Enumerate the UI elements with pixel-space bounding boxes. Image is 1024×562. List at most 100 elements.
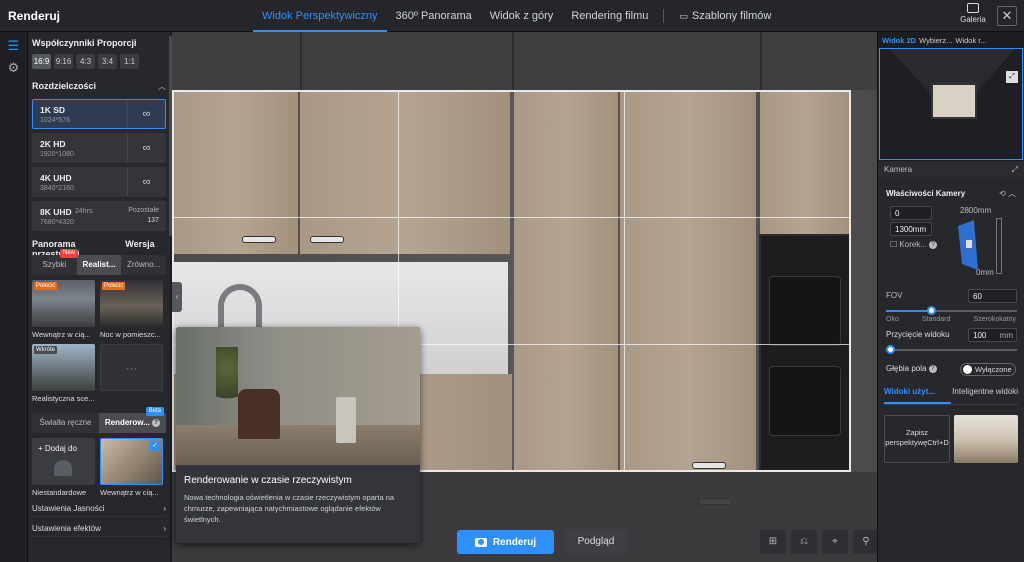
tab-perspective-view[interactable]: Widok Perspektywiczny xyxy=(253,0,387,32)
scene-thumbnail: Polecić xyxy=(100,280,163,327)
tool-rail: ☰ ⚙ xyxy=(0,32,28,562)
saved-view-thumbnail[interactable] xyxy=(954,415,1018,463)
save-perspective-button[interactable]: Zapisz perspektywęCtrl+D xyxy=(884,415,950,463)
tab-top-view[interactable]: Widok z góry xyxy=(481,0,563,32)
clip-slider[interactable] xyxy=(886,345,1017,355)
light-label: Wewnątrz w cią... xyxy=(100,488,159,497)
expand-icon[interactable]: ⤢ xyxy=(1006,71,1018,83)
mode-realistic[interactable]: Realist... xyxy=(76,255,122,275)
tab-smart-views[interactable]: Inteligentne widoki xyxy=(951,387,1018,404)
tab-2d-view[interactable]: Widok 2D xyxy=(882,36,916,45)
gallery-label: Galeria xyxy=(960,15,986,24)
reset-icon[interactable]: ⟲ ︿ xyxy=(999,188,1016,199)
close-button[interactable]: ✕ xyxy=(997,6,1017,26)
render-button[interactable]: Renderuj xyxy=(457,530,554,554)
brightness-settings[interactable]: Ustawienia Jasności › xyxy=(32,501,166,517)
realtime-render-tooltip: Renderowanie w czasie rzeczywistym Nowa … xyxy=(176,327,420,543)
infinity-icon: ∞ xyxy=(127,134,165,162)
help-icon[interactable]: ? xyxy=(928,364,937,373)
expand-icon[interactable]: ⤢ xyxy=(1012,165,1018,175)
resolution-2k[interactable]: 2K HD 1920*1080 ∞ xyxy=(32,133,166,163)
resolution-name: 2K HD xyxy=(40,139,66,149)
resolution-title[interactable]: Rozdzielczości ︿ xyxy=(28,75,170,95)
focus-icon[interactable]: ⌖ xyxy=(822,530,848,554)
ratio-9-16[interactable]: 9:16 xyxy=(54,54,73,69)
monitor-icon: ▭ xyxy=(679,11,688,21)
resolution-dims: 1024*576 xyxy=(40,117,70,124)
tab-divider xyxy=(663,9,665,23)
tab-film-templates[interactable]: ▭ Szablony filmów xyxy=(670,0,780,32)
tab-360-panorama[interactable]: 360º Panorama xyxy=(387,0,481,32)
chevron-right-icon: › xyxy=(163,504,166,513)
ratio-16-9[interactable]: 16:9 xyxy=(32,54,51,69)
light-label: Niestandardowe xyxy=(32,488,87,497)
minimap-room xyxy=(931,83,977,119)
camera-icon xyxy=(474,537,487,547)
mode-realtime-render[interactable]: Renderow... ? xyxy=(99,413,166,433)
light-preset-selected[interactable]: ✓ Wewnątrz w cią... xyxy=(100,438,163,497)
scene-preset[interactable]: Polecić Wewnątrz w cią... xyxy=(32,280,95,339)
camera-section-header[interactable]: Kamera ⤢ xyxy=(878,160,1024,178)
remaining-value: 137 xyxy=(147,217,159,224)
effects-settings[interactable]: Ustawienia efektów › xyxy=(32,521,166,537)
ratio-1-1[interactable]: 1:1 xyxy=(120,54,139,69)
new-badge: New xyxy=(60,249,79,258)
camera-properties-header: Właściwości Kamery ⟲ ︿ xyxy=(878,182,1024,204)
gear-icon[interactable]: ⚙ xyxy=(6,60,22,76)
tab-film-rendering[interactable]: Rendering filmu xyxy=(562,0,657,32)
cabinet-gap xyxy=(512,32,514,90)
height-slider[interactable] xyxy=(996,218,1002,274)
resolution-4k[interactable]: 4K UHD 3840*2160 ∞ xyxy=(32,167,166,197)
fov-label: FOV xyxy=(886,291,903,300)
upper-cabinet-strip xyxy=(172,32,877,90)
tab-select[interactable]: Wybierz... xyxy=(919,36,952,45)
slider-knob[interactable] xyxy=(886,345,895,354)
camera-panel: Widok 2D Wybierz... Widok r... ⤢ Kamera … xyxy=(877,32,1024,562)
correction-checkbox[interactable]: ☐ Korek... ? xyxy=(890,240,938,249)
light-preset-custom[interactable]: + Dodaj do Niestandardowe xyxy=(32,438,95,497)
version-dropdown[interactable]: Wersja ︿ xyxy=(125,239,166,261)
add-to-label[interactable]: + Dodaj do xyxy=(38,444,77,453)
sliders-icon[interactable]: ☰ xyxy=(6,38,22,54)
help-icon[interactable]: ? xyxy=(929,240,938,249)
clip-input[interactable]: 100 mm xyxy=(968,328,1017,342)
slider-knob[interactable] xyxy=(927,306,936,315)
mode-manual-lights[interactable]: Światła ręczne xyxy=(32,413,99,433)
ratio-4-3[interactable]: 4:3 xyxy=(76,54,95,69)
thirds-guide xyxy=(174,217,851,218)
help-icon[interactable]: ? xyxy=(152,418,161,427)
resolution-dims: 7680*4320 xyxy=(40,219,74,226)
preview-button[interactable]: Podgląd xyxy=(564,530,628,554)
camera-path-icon[interactable]: ⎌ xyxy=(791,530,817,554)
correction-label: Korek... xyxy=(899,240,927,249)
resolution-1k[interactable]: 1K SD 1024*576 ∞ xyxy=(32,99,166,129)
minimap[interactable]: ⤢ xyxy=(879,48,1023,160)
tab-view[interactable]: Widok r... xyxy=(955,36,986,45)
grid-toggle-icon[interactable]: ⊞ xyxy=(760,530,786,554)
panorama-header: Panorama przestrzeni Wersja ︿ xyxy=(28,231,170,261)
resolution-8k[interactable]: 8K UHD 24hrs 7680*4320 Pozostałe 137 xyxy=(32,201,166,231)
version-label: Wersja xyxy=(125,239,155,249)
camera-height-input[interactable]: 1300mm xyxy=(890,222,932,236)
fov-input[interactable]: 60 xyxy=(968,289,1017,303)
collapse-panel-handle[interactable]: ‹ xyxy=(172,282,182,312)
gallery-button[interactable]: Galeria xyxy=(956,3,990,24)
ratio-3-4[interactable]: 3:4 xyxy=(98,54,117,69)
camera-position-input[interactable]: 0 xyxy=(890,206,932,220)
tooltip-description: Nowa technologia oświetlenia w czasie rz… xyxy=(184,493,395,524)
fov-ticks: Oko Standard Szerokokatny xyxy=(886,316,1016,323)
tab-user-views[interactable]: Widoki użyt... xyxy=(884,387,951,404)
preview-floor xyxy=(176,425,420,465)
slider-fill xyxy=(886,310,931,312)
resolution-name: 8K UHD xyxy=(40,207,72,217)
scene-preset[interactable]: Polecić Noc w pomieszc... xyxy=(100,280,163,339)
dof-toggle[interactable]: Wyłączone xyxy=(960,363,1016,376)
mode-balanced[interactable]: Zrówno... xyxy=(121,255,166,275)
recommend-badge: Polecić xyxy=(34,282,58,290)
viewport-tools: ⊞ ⎌ ⌖ ⚲ xyxy=(760,530,879,554)
scene-preset[interactable]: Wkróte Realistyczna sce... xyxy=(32,344,95,403)
checkmark-icon: ✓ xyxy=(150,441,160,451)
zoom-view-icon[interactable]: ⚲ xyxy=(853,530,879,554)
mode-fast[interactable]: Szybki xyxy=(32,255,77,275)
fov-slider[interactable] xyxy=(886,306,1017,316)
